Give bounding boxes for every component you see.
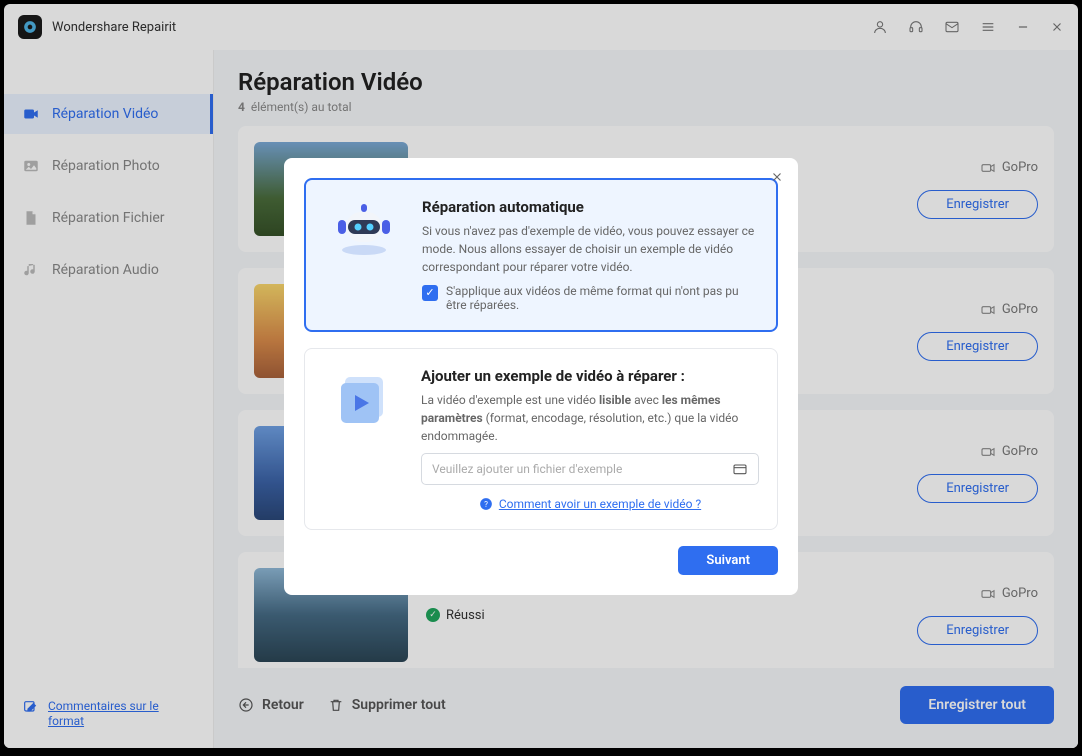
modal-footer: Suivant	[304, 546, 778, 575]
sample-placeholder: Veuillez ajouter un fichier d'exemple	[432, 462, 732, 476]
checkbox-checked-icon[interactable]: ✓	[422, 285, 438, 301]
auto-repair-title: Réparation automatique	[422, 198, 758, 216]
video-file-icon	[323, 367, 403, 511]
next-button[interactable]: Suivant	[678, 546, 778, 575]
modal-overlay: Réparation automatique Si vous n'avez pa…	[4, 4, 1078, 748]
app-window: Wondershare Repairit Réparation Vidéo Ré…	[4, 4, 1078, 748]
sample-file-input[interactable]: Veuillez ajouter un fichier d'exemple	[421, 453, 759, 485]
help-icon: ?	[479, 497, 493, 511]
help-link[interactable]: Comment avoir un exemple de vidéo ?	[499, 497, 701, 511]
auto-repair-text: Si vous n'avez pas d'exemple de vidéo, v…	[422, 222, 758, 276]
sample-text: La vidéo d'exemple est une vidéo lisible…	[421, 391, 759, 445]
sample-video-option[interactable]: Ajouter un exemple de vidéo à réparer : …	[304, 348, 778, 530]
modal-close-button[interactable]	[770, 170, 784, 184]
repair-modal: Réparation automatique Si vous n'avez pa…	[284, 158, 798, 595]
folder-icon[interactable]	[732, 461, 748, 477]
robot-icon	[324, 198, 404, 312]
help-row: ? Comment avoir un exemple de vidéo ?	[421, 497, 759, 511]
checkbox-label: S'applique aux vidéos de même format qui…	[446, 284, 758, 312]
svg-text:?: ?	[484, 498, 488, 508]
sample-title: Ajouter un exemple de vidéo à réparer :	[421, 367, 759, 385]
auto-repair-checkbox-row[interactable]: ✓ S'applique aux vidéos de même format q…	[422, 284, 758, 312]
auto-repair-option[interactable]: Réparation automatique Si vous n'avez pa…	[304, 178, 778, 332]
